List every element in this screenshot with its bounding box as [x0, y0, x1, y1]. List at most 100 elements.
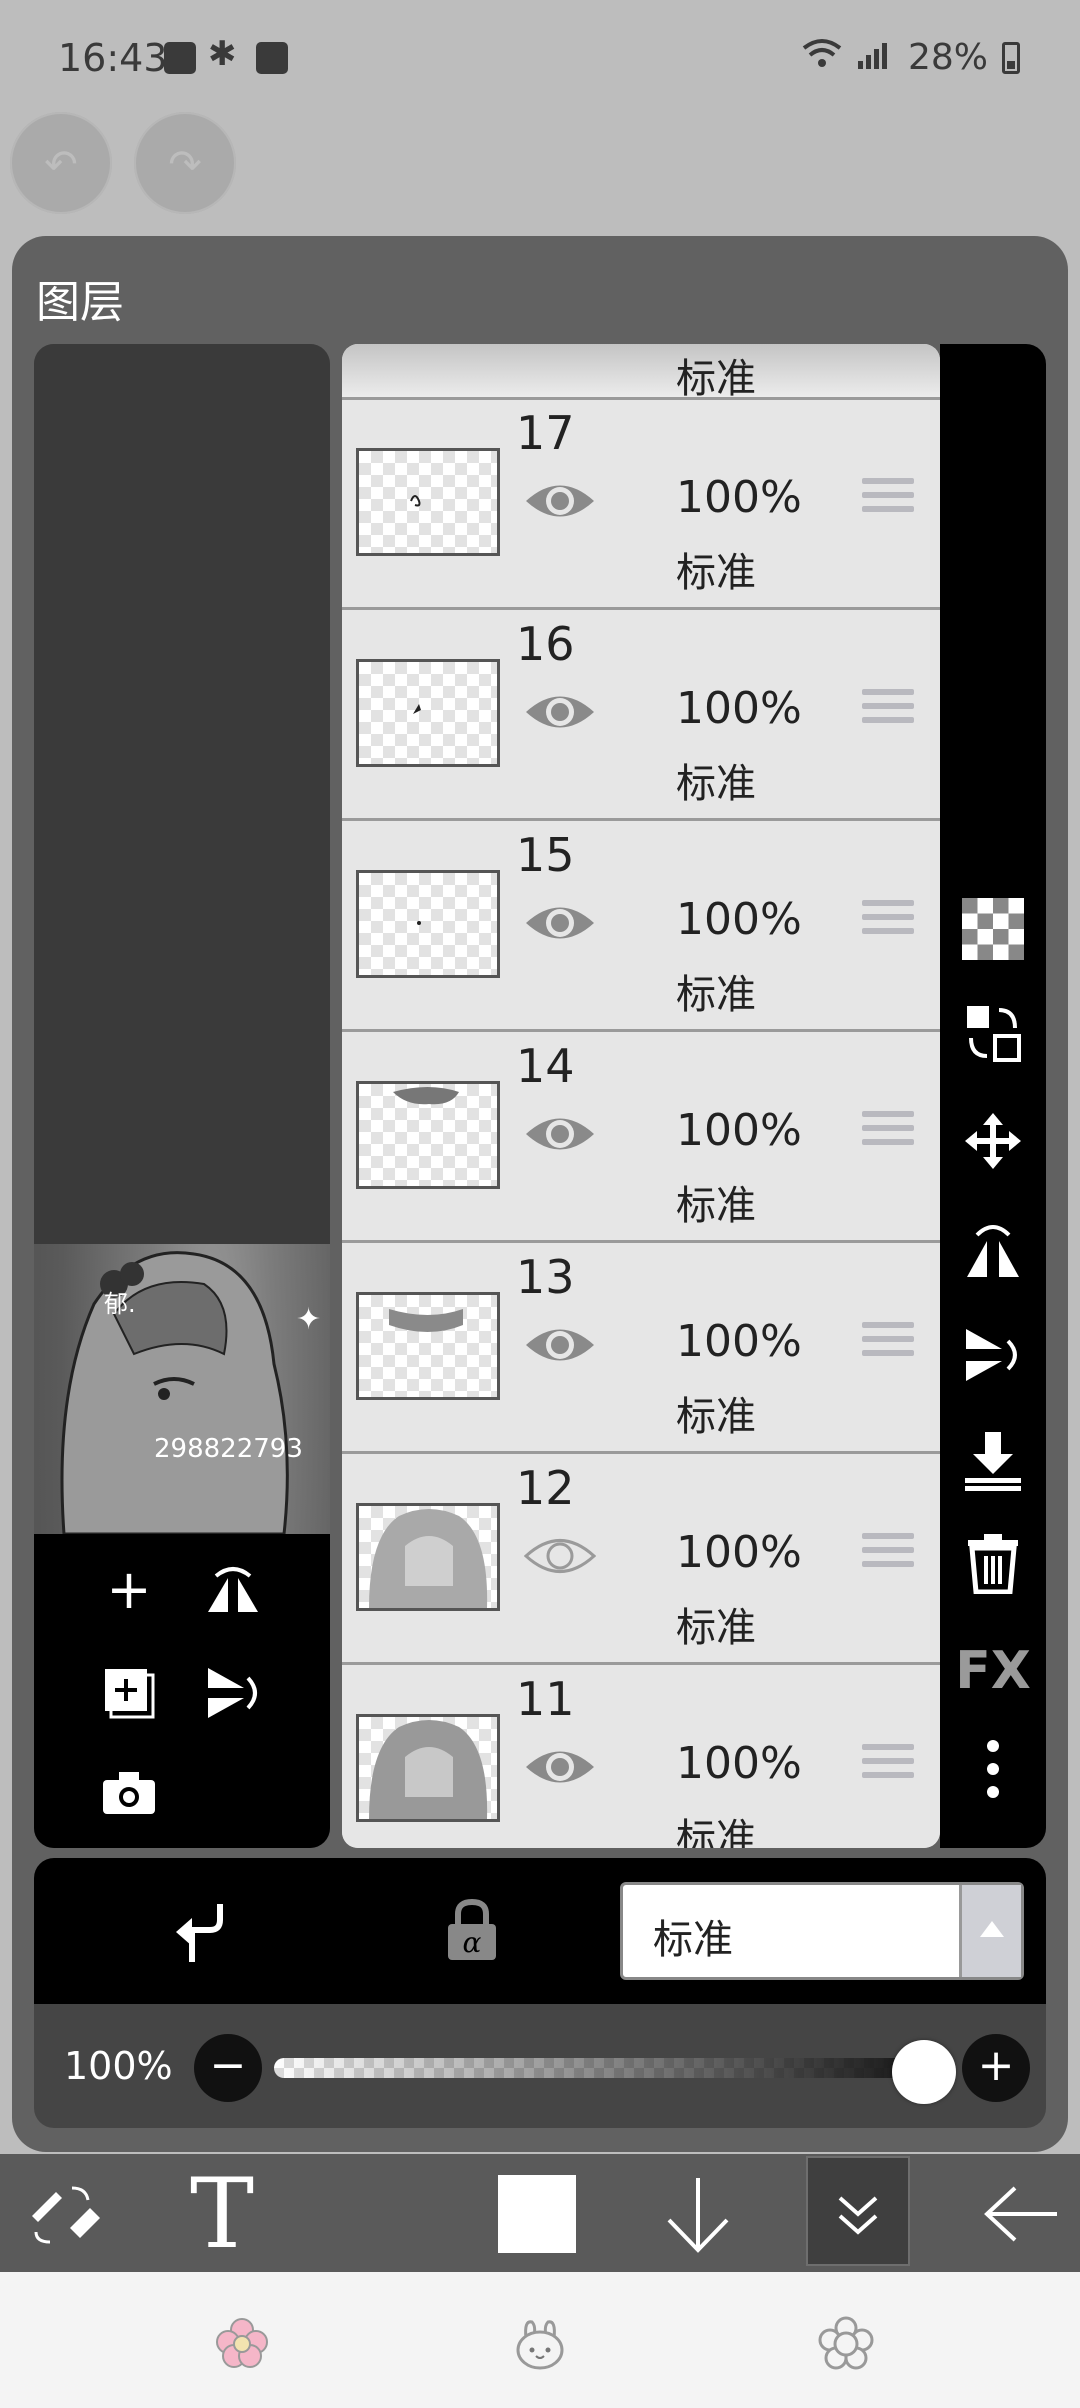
undo-button[interactable]: ↶: [10, 112, 112, 214]
drag-handle-icon[interactable]: [862, 689, 914, 737]
layer-thumbnail[interactable]: [356, 448, 500, 556]
layer-thumbnail[interactable]: [356, 1714, 500, 1822]
checkerboard-icon: [962, 898, 1024, 960]
back-button[interactable]: [976, 2164, 1066, 2264]
visibility-eye-icon[interactable]: [524, 474, 596, 528]
alpha-lock-button[interactable]: α: [442, 1898, 502, 1962]
layer-number: 11: [516, 1672, 575, 1726]
collapse-toolbar-button[interactable]: [806, 2156, 910, 2266]
alpha-lock-icon: α: [448, 1898, 496, 1960]
left-column: 郁. 298822793 ✦ +: [34, 344, 330, 1848]
flip-vertical-icon: [966, 1329, 1017, 1381]
visibility-eye-icon[interactable]: [524, 1318, 596, 1372]
delete-layer-button[interactable]: [958, 1528, 1028, 1598]
flip-vertical-layer-button[interactable]: [958, 1320, 1028, 1390]
swap-layer-button[interactable]: [958, 998, 1028, 1068]
visibility-eye-icon[interactable]: [524, 896, 596, 950]
camera-button[interactable]: [94, 1758, 164, 1828]
move-button[interactable]: [958, 1106, 1028, 1176]
drag-handle-icon[interactable]: [862, 900, 914, 948]
layer-thumbnail[interactable]: [356, 1081, 500, 1189]
down-arrow-button[interactable]: [656, 2164, 740, 2264]
add-layer-button[interactable]: +: [94, 1554, 164, 1624]
layer-row-13[interactable]: 13 100% 标准: [342, 1244, 940, 1454]
drag-handle-icon[interactable]: [862, 1322, 914, 1370]
preview-shade: [34, 344, 330, 1244]
layer-row-17[interactable]: 17 100% 标准: [342, 400, 940, 610]
text-tool-button[interactable]: T: [172, 2158, 272, 2270]
swap-color-button[interactable]: [16, 2164, 116, 2264]
camera-icon: [103, 1772, 155, 1814]
blend-mode-select[interactable]: 标准: [620, 1882, 1024, 1980]
visibility-eye-icon[interactable]: [524, 1107, 596, 1161]
flip-horizontal-layer-button[interactable]: [958, 1214, 1028, 1284]
battery-icon: [1002, 41, 1020, 74]
layer-row-12[interactable]: 12 100% 标准: [342, 1455, 940, 1665]
visibility-eye-icon[interactable]: [524, 1740, 596, 1794]
layer-row-16[interactable]: 16 100% 标准: [342, 611, 940, 821]
layer-thumbnail[interactable]: [356, 870, 500, 978]
opacity-increase-button[interactable]: +: [962, 2034, 1030, 2102]
preview-number: 298822793: [154, 1434, 303, 1464]
flip-vertical-button[interactable]: [198, 1658, 268, 1728]
signal-icon: [857, 37, 894, 78]
flip-vertical-icon: [208, 1668, 257, 1718]
flower-outline-icon[interactable]: [818, 2316, 874, 2372]
color-swatch-button[interactable]: [496, 2164, 578, 2264]
layer-opacity: 100%: [676, 894, 802, 945]
fx-button[interactable]: FX: [955, 1636, 1031, 1706]
status-bar: 16:43 ✱ 28%: [0, 0, 1080, 110]
visibility-eye-icon[interactable]: [524, 685, 596, 739]
opacity-decrease-button[interactable]: −: [194, 2034, 262, 2102]
layer-number: 12: [516, 1461, 575, 1515]
layer-thumbnail[interactable]: [356, 1503, 500, 1611]
layer-list[interactable]: 标准 17 100% 标准 16 100% 标准 15 100% 标准 14 1…: [342, 344, 940, 1848]
move-icon: [965, 1113, 1021, 1169]
layer-thumbnail[interactable]: [356, 659, 500, 767]
layer-mode: 标准: [676, 761, 756, 807]
status-time: 16:43: [58, 36, 168, 80]
layer-row-14[interactable]: 14 100% 标准: [342, 1033, 940, 1243]
bottom-nav: [0, 2272, 1080, 2408]
drag-handle-icon[interactable]: [862, 478, 914, 526]
left-toolbar: +: [34, 1534, 330, 1848]
layer-number: 15: [516, 828, 575, 882]
dropdown-arrow-icon: [959, 1885, 1021, 1977]
flip-horizontal-icon: [967, 1225, 1019, 1277]
opacity-bar: 100% − +: [34, 2004, 1046, 2128]
duplicate-icon: [105, 1669, 155, 1719]
layer-mode: 标准: [676, 1394, 756, 1440]
layer-thumbnail[interactable]: [356, 1292, 500, 1400]
layer-row-15[interactable]: 15 100% 标准: [342, 822, 940, 1032]
canvas-preview[interactable]: 郁. 298822793 ✦: [34, 344, 330, 1534]
merge-down-icon: [965, 1432, 1021, 1491]
transparency-button[interactable]: [958, 894, 1028, 964]
opacity-slider-knob[interactable]: [892, 2040, 956, 2104]
flower-pink-icon[interactable]: [214, 2316, 270, 2372]
redo-icon: ↷: [168, 142, 202, 188]
layer-opacity: 100%: [676, 472, 802, 523]
trash-icon: [968, 1534, 1018, 1594]
gallery-icon: [164, 42, 196, 74]
flip-horizontal-button[interactable]: [198, 1554, 268, 1624]
more-vertical-icon: [987, 1740, 999, 1798]
drag-handle-icon[interactable]: [862, 1111, 914, 1159]
merge-down-button[interactable]: [958, 1426, 1028, 1496]
layer-row-partial[interactable]: 标准: [342, 344, 940, 402]
clipping-button[interactable]: [170, 1900, 230, 1962]
opacity-slider-track[interactable]: [274, 2058, 924, 2078]
bunny-face-icon[interactable]: [512, 2316, 568, 2372]
duplicate-layer-button[interactable]: [94, 1658, 164, 1728]
layer-mode: 标准: [676, 356, 756, 402]
hidden-eye-icon[interactable]: [524, 1529, 596, 1583]
clipping-icon: [176, 1904, 223, 1962]
redo-button[interactable]: ↷: [134, 112, 236, 214]
pen-eraser-swap-icon: [32, 2186, 100, 2244]
drag-handle-icon[interactable]: [862, 1744, 914, 1792]
layer-opacity: 100%: [676, 1316, 802, 1367]
drag-handle-icon[interactable]: [862, 1533, 914, 1581]
layer-row-11[interactable]: 11 100% 标准: [342, 1666, 940, 1848]
swap-icon: [967, 1006, 1021, 1062]
sparkle-icon: ✦: [296, 1302, 322, 1337]
more-options-button[interactable]: [958, 1734, 1028, 1804]
